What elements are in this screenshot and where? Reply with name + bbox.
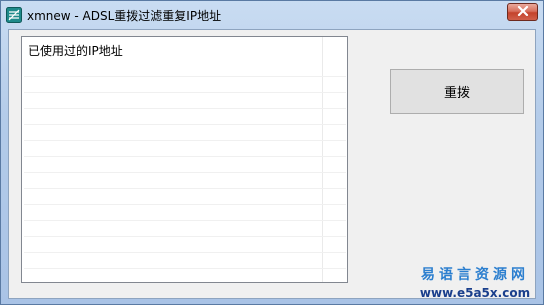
ip-list[interactable]: 已使用过的IP地址 — [21, 36, 348, 283]
list-item[interactable] — [24, 189, 346, 205]
list-item[interactable] — [24, 125, 346, 141]
list-item[interactable] — [24, 237, 346, 253]
list-item[interactable] — [24, 93, 346, 109]
watermark-url: www.e5a5x.com — [419, 286, 531, 300]
list-item[interactable] — [24, 269, 346, 282]
redial-button[interactable]: 重拨 — [390, 69, 524, 114]
title-bar[interactable]: xmnew - ADSL重拨过滤重复IP地址 — [1, 1, 543, 29]
list-item[interactable] — [24, 157, 346, 173]
column-header-used-ips[interactable]: 已使用过的IP地址 — [22, 37, 322, 61]
list-rows — [24, 61, 346, 282]
list-item[interactable] — [24, 205, 346, 221]
list-item[interactable] — [24, 221, 346, 237]
watermark: 易语言资源网 www.e5a5x.com — [415, 264, 535, 300]
list-item[interactable] — [24, 173, 346, 189]
window-title: xmnew - ADSL重拨过滤重复IP地址 — [27, 9, 222, 23]
app-icon — [6, 7, 22, 23]
list-item[interactable] — [24, 109, 346, 125]
application-window: xmnew - ADSL重拨过滤重复IP地址 已使用过的IP地址 重拨 易语言资… — [0, 0, 544, 305]
list-item[interactable] — [24, 61, 346, 77]
watermark-site-name: 易语言资源网 — [421, 267, 529, 283]
client-area: 已使用过的IP地址 重拨 — [8, 29, 536, 299]
list-item[interactable] — [24, 141, 346, 157]
list-item[interactable] — [24, 77, 346, 93]
list-item[interactable] — [24, 253, 346, 269]
list-header: 已使用过的IP地址 — [22, 37, 347, 61]
close-button[interactable] — [507, 3, 538, 21]
close-icon — [517, 5, 529, 19]
